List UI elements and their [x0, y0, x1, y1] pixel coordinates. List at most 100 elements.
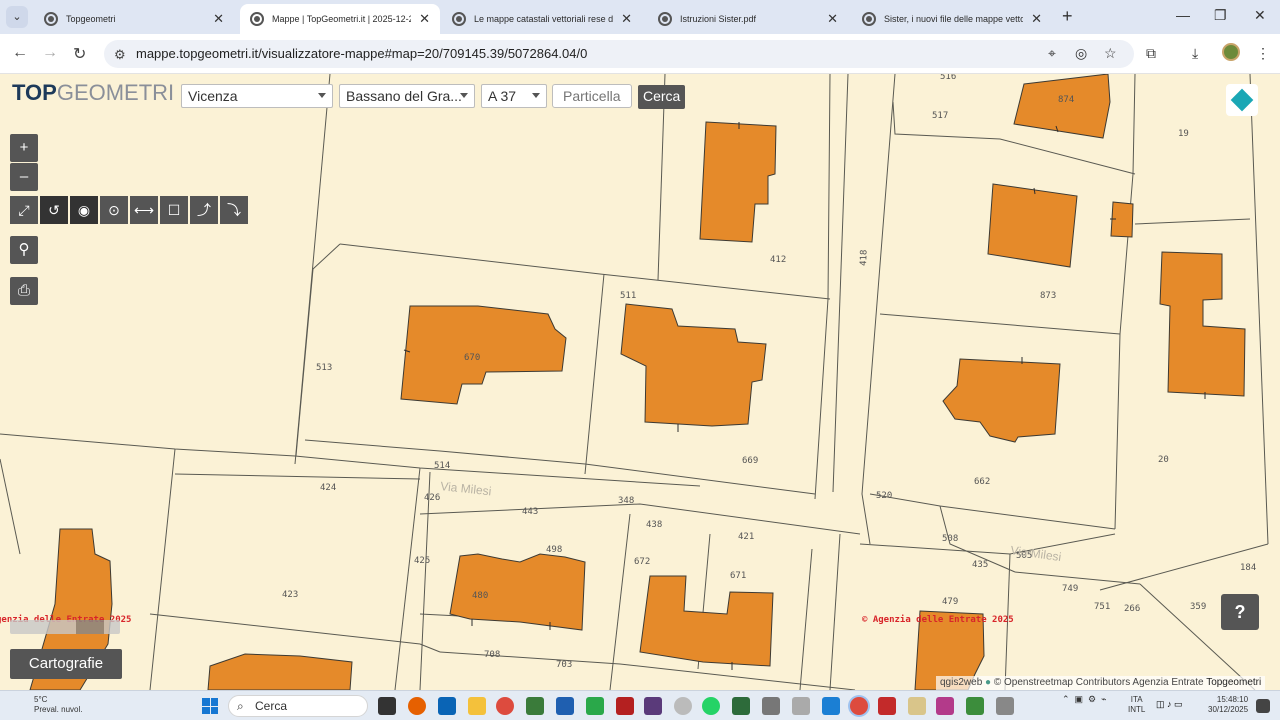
menu-dots-icon[interactable]: ⋮: [1256, 45, 1270, 62]
cartografie-button[interactable]: Cartografie: [10, 649, 122, 679]
tab-list-dropdown[interactable]: ⌄: [6, 6, 28, 28]
app-icon[interactable]: [792, 697, 810, 715]
tab-label: Topgeometri: [66, 14, 116, 24]
firefox-icon[interactable]: [408, 697, 426, 715]
parcel-number: 708: [484, 650, 500, 660]
zoom-out-button[interactable]: –: [10, 163, 38, 191]
foglio-select[interactable]: A 37: [481, 84, 547, 108]
windows-start-icon[interactable]: [202, 698, 218, 714]
app-icon[interactable]: [644, 697, 662, 715]
location-icon[interactable]: ⌖: [1048, 45, 1056, 62]
parcel-number: 749: [1062, 584, 1078, 594]
language-indicator[interactable]: ITA INTL: [1128, 695, 1145, 715]
print-icon[interactable]: ⎙: [10, 277, 38, 305]
file-explorer-icon[interactable]: [468, 697, 486, 715]
url-text[interactable]: mappe.topgeometri.it/visualizzatore-mapp…: [136, 46, 587, 61]
download-icon[interactable]: ⤓: [1192, 45, 1198, 62]
province-select[interactable]: Vicenza: [181, 84, 333, 108]
target-icon[interactable]: ⊙: [100, 196, 128, 224]
app-icon[interactable]: [732, 697, 750, 715]
extensions-icon[interactable]: ⧉: [1146, 45, 1156, 62]
tab-topgeometri[interactable]: Topgeometri ✕: [34, 4, 234, 34]
comune-select[interactable]: Bassano del Gra...: [339, 84, 475, 108]
eye-off-icon[interactable]: ◎: [1075, 45, 1087, 62]
app-icon[interactable]: [936, 697, 954, 715]
whatsapp-icon[interactable]: [702, 697, 720, 715]
parcel-number: 184: [1240, 563, 1256, 573]
reload-icon[interactable]: ↻: [73, 44, 86, 64]
app-icon[interactable]: [556, 697, 574, 715]
tab-label: Mappe | TopGeometri.it | 2025-12-24 17:3: [272, 14, 412, 24]
geolocate-icon[interactable]: ◉: [70, 196, 98, 224]
map-canvas[interactable]: 516 874 19 517 412 418 873 511 670 513 6…: [0, 74, 1280, 690]
forward-icon[interactable]: →: [42, 44, 58, 62]
taskbar-search[interactable]: ⌕ Cerca: [228, 695, 368, 717]
cadastral-map[interactable]: 516 874 19 517 412 418 873 511 670 513 6…: [0, 74, 1280, 690]
parcel-boundaries: [0, 74, 1269, 690]
rotate-reset-icon[interactable]: ↺: [40, 196, 68, 224]
opacity-slider[interactable]: [10, 620, 120, 634]
buildings: [29, 74, 1246, 690]
measure-area-icon[interactable]: ☐: [160, 196, 188, 224]
site-info-icon[interactable]: ⚙: [114, 47, 126, 63]
particella-input[interactable]: [552, 84, 632, 108]
parcel-number: 443: [522, 507, 538, 517]
network-volume-icons[interactable]: ◫ ♪ ▭: [1156, 699, 1196, 713]
address-bar[interactable]: ⚙ mappe.topgeometri.it/visualizzatore-ma…: [104, 40, 1134, 68]
clock[interactable]: 15:48:10 30/12/2025: [1208, 695, 1248, 715]
slider-thumb[interactable]: [76, 620, 104, 634]
app-icon[interactable]: [674, 697, 692, 715]
chevron-down-icon: [460, 93, 468, 98]
measure-length-icon[interactable]: ⟷: [130, 196, 158, 224]
app-icon[interactable]: [996, 697, 1014, 715]
parcel-number: 424: [320, 483, 336, 493]
system-tray[interactable]: ⌃ ▣ ⚙ ⌁: [1062, 694, 1107, 705]
curve-tool-icon[interactable]: ⤴: [190, 196, 218, 224]
app-icon[interactable]: [526, 697, 544, 715]
outlook-icon[interactable]: [438, 697, 456, 715]
chrome-icon[interactable]: [496, 697, 514, 715]
close-tab-icon[interactable]: ✕: [213, 11, 224, 27]
tab-mappe[interactable]: Mappe | TopGeometri.it | 2025-12-24 17:3…: [240, 4, 440, 34]
close-window-icon[interactable]: ✕: [1254, 7, 1266, 24]
bookmark-star-icon[interactable]: ☆: [1104, 45, 1117, 62]
app-icon[interactable]: [908, 697, 926, 715]
filezilla-icon[interactable]: [616, 697, 634, 715]
acrobat-icon[interactable]: [878, 697, 896, 715]
close-tab-icon[interactable]: ✕: [419, 11, 430, 27]
chrome-active-icon[interactable]: [850, 697, 868, 715]
profile-avatar[interactable]: [1222, 43, 1240, 61]
parcel-number: 672: [634, 557, 650, 567]
parcel-number: 435: [972, 560, 988, 570]
search-button[interactable]: Cerca: [638, 85, 686, 109]
help-button[interactable]: ?: [1221, 594, 1259, 630]
tab-mappe-catastali[interactable]: Le mappe catastali vettoriali rese dispo…: [442, 4, 642, 34]
zoom-in-button[interactable]: +: [10, 134, 38, 162]
app-icon[interactable]: [822, 697, 840, 715]
minimize-icon[interactable]: —: [1176, 7, 1190, 23]
parcel-number: 513: [316, 363, 332, 373]
close-tab-icon[interactable]: ✕: [1031, 11, 1042, 27]
maximize-icon[interactable]: ❐: [1214, 7, 1227, 24]
calculator-icon[interactable]: [762, 697, 780, 715]
sync-icon[interactable]: [586, 697, 604, 715]
tab-sister-nuovi-file[interactable]: Sister, i nuovi file delle mappe vettori…: [852, 4, 1052, 34]
parcel-number: 873: [1040, 291, 1056, 301]
close-tab-icon[interactable]: ✕: [621, 11, 632, 27]
back-icon[interactable]: ←: [12, 44, 28, 62]
parcel-number: 423: [282, 590, 298, 600]
globe-icon: [658, 12, 672, 26]
curve-tool-alt-icon[interactable]: ⤵: [220, 196, 248, 224]
parcel-number: 19: [1178, 129, 1189, 139]
app-icon[interactable]: [966, 697, 984, 715]
fullscreen-icon[interactable]: ⤢: [10, 196, 38, 224]
weather-widget[interactable]: 5°C Preval. nuvol.: [14, 695, 82, 715]
task-view-icon[interactable]: [378, 697, 396, 715]
map-marker-icon[interactable]: ⚲: [10, 236, 38, 264]
tab-istruzioni-sister[interactable]: Istruzioni Sister.pdf ✕: [648, 4, 848, 34]
notification-icon[interactable]: [1256, 699, 1270, 713]
close-tab-icon[interactable]: ✕: [827, 11, 838, 27]
layers-icon[interactable]: [1226, 84, 1258, 116]
topgeometri-logo[interactable]: TOP GEOMETRI: [12, 80, 174, 105]
new-tab-icon[interactable]: +: [1062, 6, 1073, 27]
